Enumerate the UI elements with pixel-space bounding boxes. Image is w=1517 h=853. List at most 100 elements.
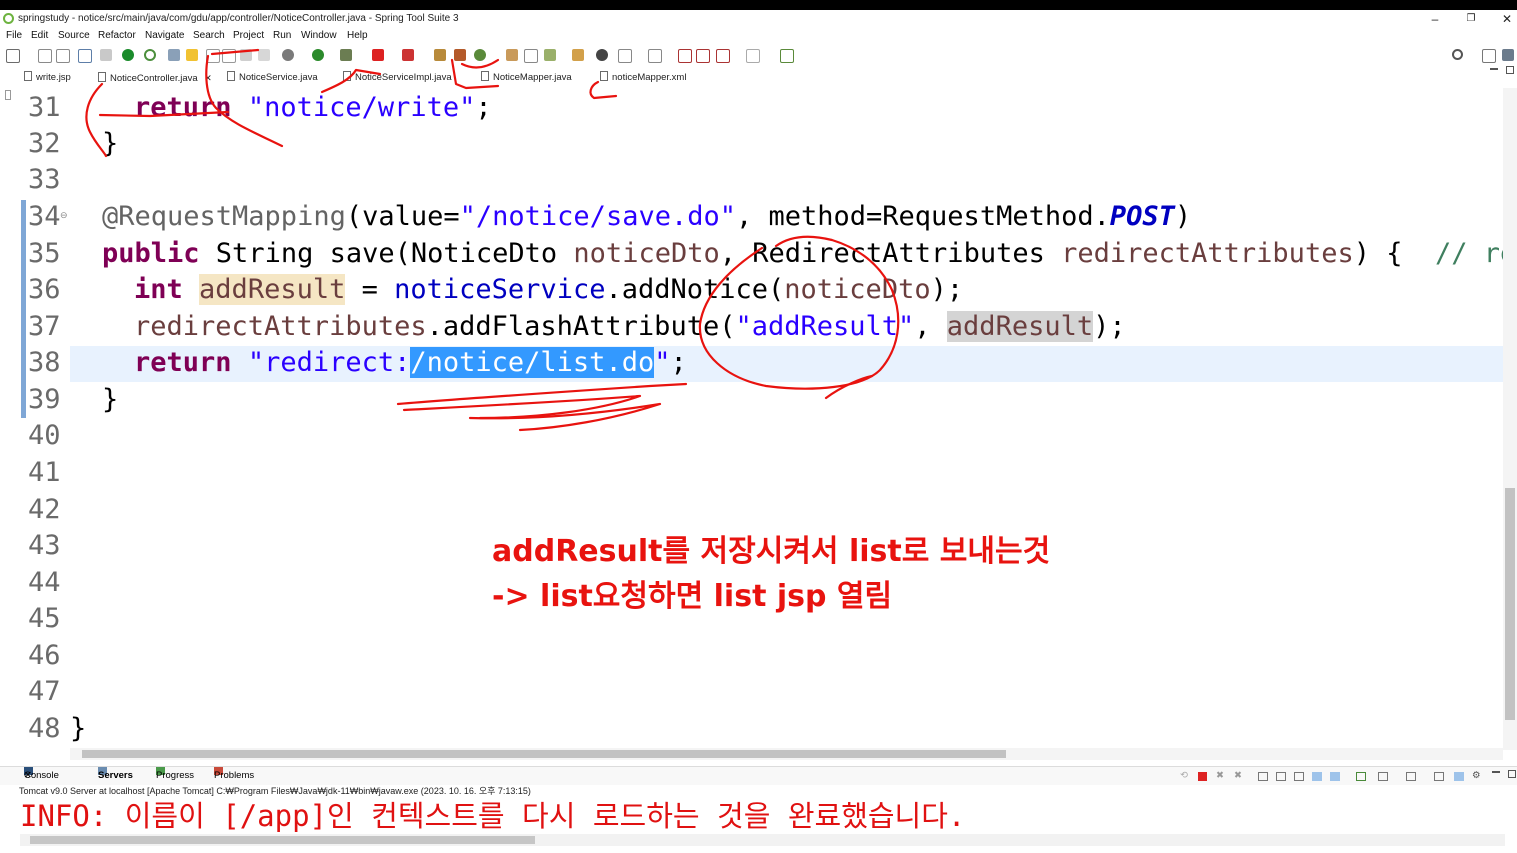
- pin-editor-icon[interactable]: [780, 49, 794, 63]
- editor-horizontal-scrollbar[interactable]: [70, 748, 1503, 760]
- link-console-icon[interactable]: [1454, 772, 1464, 781]
- maximize-view-icon[interactable]: [1508, 770, 1516, 778]
- menu-navigate[interactable]: Navigate: [145, 28, 184, 44]
- scrollbar-thumb[interactable]: [82, 750, 1006, 758]
- code-line-34: @RequestMapping(value="/notice/save.do",…: [102, 201, 1192, 232]
- terminate-relaunch-icon[interactable]: ⟲: [1180, 767, 1188, 785]
- menu-file[interactable]: File: [6, 28, 22, 44]
- open-file-icon[interactable]: [524, 49, 538, 63]
- word-wrap-icon[interactable]: [206, 49, 220, 63]
- minimize-button[interactable]: –: [1420, 10, 1450, 28]
- block-select-icon[interactable]: [222, 49, 236, 63]
- minimize-editor-icon[interactable]: [1490, 68, 1498, 70]
- menu-window[interactable]: Window: [301, 28, 337, 44]
- menu-search[interactable]: Search: [193, 28, 225, 44]
- next-annotation-icon[interactable]: [618, 49, 632, 63]
- remove-launch-icon[interactable]: ✖: [1216, 767, 1224, 785]
- scrollbar-thumb[interactable]: [30, 836, 535, 844]
- menu-refactor[interactable]: Refactor: [98, 28, 136, 44]
- maximize-editor-icon[interactable]: [1506, 66, 1514, 74]
- line-number: 39: [28, 384, 61, 415]
- close-button[interactable]: ✕: [1492, 10, 1517, 28]
- tab-notice-mapper-xml[interactable]: noticeMapper.xml: [600, 70, 686, 86]
- scrollbar-thumb[interactable]: [1505, 488, 1515, 720]
- show-selected-icon[interactable]: [258, 49, 270, 61]
- java-perspective-icon[interactable]: [1502, 49, 1514, 61]
- menu-edit[interactable]: Edit: [31, 28, 48, 44]
- java-file-icon: [343, 71, 351, 81]
- console-settings-icon[interactable]: [1434, 772, 1444, 781]
- scroll-lock-icon[interactable]: [1276, 772, 1286, 781]
- word-wrap-icon[interactable]: [1294, 772, 1304, 781]
- new-java-project-icon[interactable]: [434, 49, 446, 61]
- pen-icon[interactable]: [544, 49, 556, 61]
- tab-close-icon[interactable]: ✕: [24, 767, 32, 785]
- new-package-icon[interactable]: [454, 49, 466, 61]
- tab-label: NoticeMapper.java: [493, 72, 572, 83]
- sts-app-icon: [3, 13, 14, 24]
- external-tools-icon[interactable]: [340, 49, 352, 61]
- open-console-icon[interactable]: [1406, 772, 1416, 781]
- annotation-note-line-2: -> list요청하면 list jsp 열림: [492, 579, 893, 614]
- show-stderr-icon[interactable]: [1330, 772, 1340, 781]
- remove-all-icon[interactable]: ✖: [1234, 767, 1242, 785]
- clear-console-icon[interactable]: [1258, 772, 1268, 781]
- tab-notice-controller[interactable]: NoticeController.java ✕: [98, 70, 212, 86]
- tab-notice-mapper[interactable]: NoticeMapper.java: [481, 70, 572, 86]
- back-history-icon[interactable]: [716, 49, 730, 63]
- selected-text: /notice/list.do: [410, 347, 655, 378]
- mark-occurrences-icon[interactable]: [186, 49, 198, 61]
- fold-toggle-icon[interactable]: ⊖: [60, 210, 68, 221]
- debug-icon[interactable]: [282, 49, 294, 61]
- menu-run[interactable]: Run: [273, 28, 291, 44]
- code-editor[interactable]: 31 32 33 34 35 36 37 38 39 40 41 42 43 4…: [18, 88, 1503, 750]
- restore-button[interactable]: ❐: [1456, 10, 1486, 28]
- java-file-icon: [481, 71, 489, 81]
- menu-project[interactable]: Project: [233, 28, 264, 44]
- restore-view-icon[interactable]: [5, 90, 11, 100]
- show-stdout-icon[interactable]: [1312, 772, 1322, 781]
- tab-label: NoticeServiceImpl.java: [355, 72, 452, 83]
- tab-write-jsp[interactable]: write.jsp: [24, 70, 71, 86]
- open-perspective-icon[interactable]: [1482, 49, 1496, 63]
- back-icon[interactable]: [696, 49, 710, 63]
- tab-notice-service-impl[interactable]: NoticeServiceImpl.java: [343, 70, 452, 86]
- console-tab-bar: Console ✕ Servers Progress Problems ⟲ ✖ …: [0, 766, 1517, 785]
- show-whitespace-icon[interactable]: [240, 49, 252, 61]
- save-icon[interactable]: [38, 49, 52, 63]
- previous-annotation-icon[interactable]: [648, 49, 662, 63]
- display-console-icon[interactable]: [1378, 772, 1388, 781]
- tab-close-icon[interactable]: ✕: [204, 73, 212, 83]
- refresh-icon[interactable]: [144, 49, 156, 61]
- forward-icon[interactable]: [746, 49, 760, 63]
- stop-icon[interactable]: [372, 49, 384, 61]
- last-edit-icon[interactable]: [678, 49, 692, 63]
- gear-icon[interactable]: ⚙: [1472, 767, 1481, 785]
- code-line-38: return "redirect:/notice/list.do";: [134, 347, 687, 378]
- console-horizontal-scrollbar[interactable]: [20, 834, 1505, 846]
- terminate-icon[interactable]: [1198, 772, 1207, 781]
- open-folder-icon[interactable]: [506, 49, 518, 61]
- task-icon[interactable]: [572, 49, 584, 61]
- jsp-file-icon: [24, 71, 32, 81]
- spring-boot-icon[interactable]: [122, 49, 134, 61]
- new-class-icon[interactable]: [474, 49, 486, 61]
- code-line-48: }: [70, 713, 87, 744]
- line-number: 47: [28, 676, 61, 707]
- terminal-icon[interactable]: [78, 49, 92, 63]
- search-icon[interactable]: [1452, 49, 1463, 60]
- globe-icon[interactable]: [596, 49, 608, 61]
- new-icon[interactable]: [6, 49, 20, 63]
- tab-notice-service[interactable]: NoticeService.java: [227, 70, 318, 86]
- editor-vertical-scrollbar[interactable]: [1503, 88, 1517, 750]
- save-all-icon[interactable]: [56, 49, 70, 63]
- open-type-icon[interactable]: [168, 49, 180, 61]
- skip-breakpoints-icon[interactable]: [100, 49, 112, 61]
- menu-help[interactable]: Help: [347, 28, 368, 44]
- run-icon[interactable]: [312, 49, 324, 61]
- minimize-view-icon[interactable]: [1492, 771, 1500, 773]
- line-number: 44: [28, 567, 61, 598]
- disconnect-icon[interactable]: [402, 49, 414, 61]
- menu-source[interactable]: Source: [58, 28, 90, 44]
- pin-console-icon[interactable]: [1356, 772, 1366, 781]
